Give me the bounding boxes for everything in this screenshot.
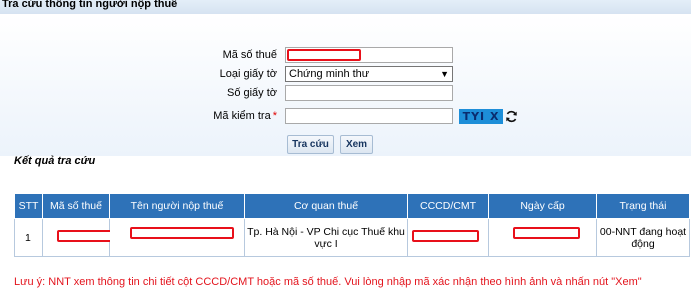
required-mark: * xyxy=(272,110,277,122)
search-button[interactable]: Tra cứu xyxy=(287,135,334,154)
header-id-number[interactable]: CCCD/CMT xyxy=(407,193,489,219)
cell-taxpayer-name xyxy=(109,218,245,257)
header-tax-code[interactable]: Mã số thuế xyxy=(42,193,110,219)
cell-stt: 1 xyxy=(14,218,43,257)
table-header-row: STT Mã số thuế Tên người nộp thuế Cơ qua… xyxy=(14,193,690,219)
header-tax-agency[interactable]: Cơ quan thuế xyxy=(244,193,408,219)
view-button[interactable]: Xem xyxy=(340,135,373,154)
doc-number-label: Số giấy tờ xyxy=(226,87,277,99)
tax-code-label: Mã số thuế xyxy=(222,49,277,61)
doc-number-input[interactable] xyxy=(285,85,453,101)
cell-id-number[interactable] xyxy=(407,218,489,257)
note-text: Lưu ý: NNT xem thông tin chi tiết cột CC… xyxy=(14,276,642,288)
cell-status: 00-NNT đang hoạt động xyxy=(596,218,690,257)
captcha-input[interactable] xyxy=(285,108,453,124)
refresh-icon[interactable] xyxy=(505,110,518,123)
captcha-label: Mã kiểm tra * xyxy=(213,110,277,122)
captcha-row: Mã kiểm tra * xyxy=(0,108,691,126)
header-stt[interactable]: STT xyxy=(14,193,43,219)
captcha-image: TYI X xyxy=(459,109,503,124)
results-title: Kết quả tra cứu xyxy=(14,155,96,167)
header-taxpayer-name[interactable]: Tên người nộp thuế xyxy=(109,193,245,219)
doc-type-row: Loại giấy tờ Chứng minh thư ▼ xyxy=(0,66,691,84)
issue-date-redaction xyxy=(513,227,580,239)
doc-type-select[interactable]: Chứng minh thư ▼ xyxy=(285,66,453,82)
taxpayer-name-redaction xyxy=(130,227,234,239)
page-title-bar: Tra cứu thông tin người nộp thuế xyxy=(0,0,691,14)
doc-type-label: Loại giấy tờ xyxy=(219,68,277,80)
page-title: Tra cứu thông tin người nộp thuế xyxy=(2,0,178,10)
cell-tax-agency: Tp. Hà Nội - VP Chi cục Thuế khu vực I xyxy=(244,218,408,257)
cell-issue-date xyxy=(488,218,597,257)
chevron-down-icon: ▼ xyxy=(440,69,449,79)
id-number-redaction xyxy=(412,230,479,242)
header-status[interactable]: Trạng thái xyxy=(596,193,690,219)
doc-number-row: Số giấy tờ xyxy=(0,85,691,103)
header-issue-date[interactable]: Ngày cấp xyxy=(488,193,597,219)
table-row[interactable]: 1 Tp. Hà Nội - VP Chi cục Thuế khu vực I… xyxy=(14,218,690,257)
tax-code-redaction xyxy=(287,49,361,61)
doc-type-selected-value: Chứng minh thư xyxy=(289,68,370,80)
results-table: STT Mã số thuế Tên người nộp thuế Cơ qua… xyxy=(14,193,690,257)
cell-tax-code[interactable] xyxy=(42,218,113,257)
tax-code-redaction xyxy=(57,230,113,242)
